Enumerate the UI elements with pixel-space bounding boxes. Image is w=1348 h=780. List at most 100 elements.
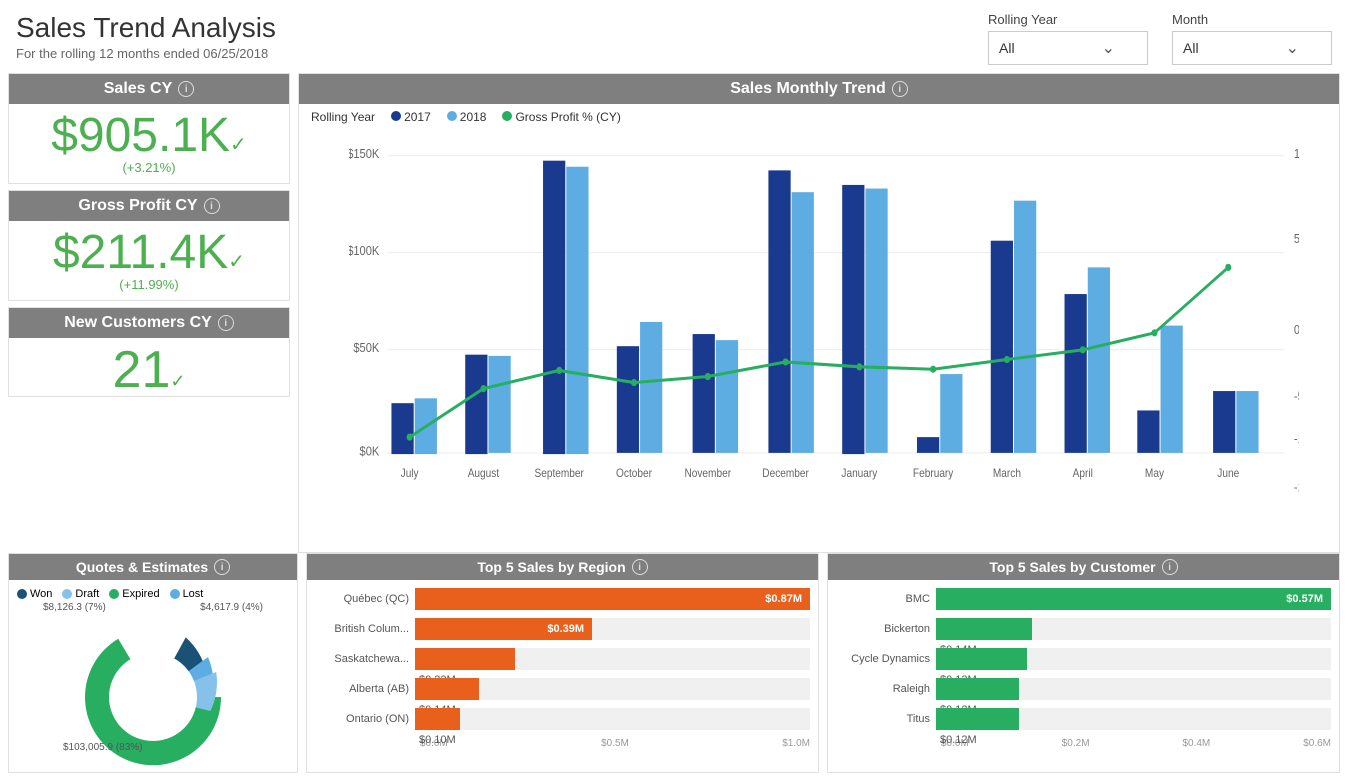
svg-text:April: April <box>1073 467 1093 480</box>
region-bar-label: Alberta (AB) <box>315 683 415 695</box>
region-bar-fill: $0.87M <box>415 588 810 610</box>
svg-text:$100K: $100K <box>349 243 380 258</box>
region-bar-label: Ontario (ON) <box>315 713 415 725</box>
monthly-trend-header: Sales Monthly Trend i <box>299 74 1339 104</box>
filter-month-value: All <box>1183 40 1199 56</box>
chevron-down-icon-2: ⌄ <box>1286 38 1299 58</box>
svg-text:November: November <box>684 467 731 480</box>
legend-won: Won <box>17 588 52 600</box>
label-expired-amount: $103,005.9 (83%) <box>63 742 143 753</box>
svg-text:March: March <box>993 467 1021 480</box>
sales-cy-card: Sales CY i $905.1K✓ (+3.21%) <box>8 73 290 184</box>
region-bar-track: $0.14M <box>415 678 810 700</box>
donut-container: $8,126.3 (7%) $4,617.9 (4%) $103,005.9 (… <box>17 604 289 780</box>
customer-bar-row: Raleigh $0.12M <box>836 678 1331 700</box>
lost-dot <box>170 589 180 599</box>
chart-legend: Rolling Year 2017 2018 Gross Profit % (C… <box>299 104 1339 130</box>
customer-bar-track: $0.12M <box>936 708 1331 730</box>
svg-text:-150%: -150% <box>1294 480 1299 495</box>
top-customers-title: Top 5 Sales by Customer <box>989 559 1155 575</box>
svg-text:December: December <box>762 467 809 480</box>
info-icon-gross[interactable]: i <box>204 198 220 214</box>
customer-bar-label: Bickerton <box>836 623 936 635</box>
svg-text:May: May <box>1145 467 1164 480</box>
customer-bar-value-outside: $0.12M <box>940 734 977 746</box>
customer-bar-track: $0.13M <box>936 648 1331 670</box>
info-icon-monthly[interactable]: i <box>892 81 908 97</box>
gross-profit-cy-header: Gross Profit CY i <box>9 191 289 221</box>
customer-bar-chart: BMC $0.57M Bickerton $0.14M Cycle Dynami… <box>836 588 1331 730</box>
chart-area: $150K $100K $50K $0K 100% 50% 0% -50% -1… <box>299 130 1339 552</box>
filter-rolling-year-value: All <box>999 40 1015 56</box>
svg-text:June: June <box>1217 467 1239 480</box>
region-bar-label: Québec (QC) <box>315 593 415 605</box>
customer-bar-fill <box>936 618 1032 640</box>
region-bar-track: $0.22M <box>415 648 810 670</box>
filter-month-select[interactable]: All ⌄ <box>1172 31 1332 65</box>
region-bar-row: Saskatchewa... $0.22M <box>315 648 810 670</box>
customer-bar-label: BMC <box>836 593 936 605</box>
filter-rolling-year: Rolling Year All ⌄ <box>988 12 1148 65</box>
svg-text:February: February <box>913 467 954 480</box>
region-bar-track: $0.87M <box>415 588 810 610</box>
top-regions-panel: Top 5 Sales by Region i Québec (QC) $0.8… <box>306 553 819 773</box>
region-bar-track: $0.39M <box>415 618 810 640</box>
monthly-chart-svg: $150K $100K $50K $0K 100% 50% 0% -50% -1… <box>349 134 1299 522</box>
new-customers-cy-header: New Customers CY i <box>9 308 289 338</box>
legend-draft: Draft <box>62 588 99 600</box>
info-icon-quotes[interactable]: i <box>214 559 230 575</box>
filter-rolling-year-select[interactable]: All ⌄ <box>988 31 1148 65</box>
info-icon-customers-chart[interactable]: i <box>1162 559 1178 575</box>
info-icon-sales[interactable]: i <box>178 81 194 97</box>
quotes-header: Quotes & Estimates i <box>9 554 297 580</box>
label-draft-amount: $4,617.9 (4%) <box>200 602 263 613</box>
customer-bar-track: $0.14M <box>936 618 1331 640</box>
customer-bar-label: Titus <box>836 713 936 725</box>
region-bar-value: $0.39M <box>543 623 588 635</box>
gross-profit-cy-value: $211.4K✓ <box>9 221 289 277</box>
sales-cy-header: Sales CY i <box>9 74 289 104</box>
info-icon-customers[interactable]: i <box>218 315 234 331</box>
region-bar-value: $0.87M <box>761 593 806 605</box>
top-customers-content: BMC $0.57M Bickerton $0.14M Cycle Dynami… <box>828 580 1339 772</box>
gross-profit-cy-change: (+11.99%) <box>9 277 289 300</box>
top-customers-panel: Top 5 Sales by Customer i BMC $0.57M Bic… <box>827 553 1340 773</box>
svg-text:January: January <box>841 467 877 480</box>
app-title: Sales Trend Analysis <box>16 12 276 44</box>
filter-rolling-year-label: Rolling Year <box>988 12 1148 27</box>
region-bar-fill <box>415 648 515 670</box>
svg-text:August: August <box>468 467 500 480</box>
expired-dot <box>109 589 119 599</box>
header: Sales Trend Analysis For the rolling 12 … <box>0 0 1348 73</box>
customer-bar-fill <box>936 678 1019 700</box>
svg-text:$0K: $0K <box>360 443 381 458</box>
region-bar-row: British Colum... $0.39M <box>315 618 810 640</box>
legend-expired: Expired <box>109 588 159 600</box>
filters: Rolling Year All ⌄ Month All ⌄ <box>988 12 1332 65</box>
quotes-title: Quotes & Estimates <box>76 559 208 575</box>
monthly-trend-title: Sales Monthly Trend <box>730 80 886 98</box>
sales-cy-label: Sales CY <box>104 80 172 98</box>
customers-trend-icon: ✓ <box>170 371 185 391</box>
filter-month-label: Month <box>1172 12 1332 27</box>
svg-text:$50K: $50K <box>353 340 380 355</box>
gross-profit-cy-label: Gross Profit CY <box>78 197 197 215</box>
region-bar-fill <box>415 708 460 730</box>
customer-bar-track: $0.12M <box>936 678 1331 700</box>
donut-legend: Won Draft Expired Lost <box>17 588 289 600</box>
quotes-content: Won Draft Expired Lost <box>9 580 297 772</box>
sales-trend-icon: ✓ <box>230 134 247 156</box>
top-regions-title: Top 5 Sales by Region <box>477 559 625 575</box>
info-icon-regions[interactable]: i <box>632 559 648 575</box>
region-bar-fill <box>415 678 479 700</box>
new-customers-cy-card: New Customers CY i 21✓ <box>8 307 290 397</box>
region-bar-value-outside: $0.10M <box>419 734 456 746</box>
sales-cy-change: (+3.21%) <box>9 160 289 183</box>
svg-text:0%: 0% <box>1294 322 1299 337</box>
top-regions-header: Top 5 Sales by Region i <box>307 554 818 580</box>
sales-cy-value: $905.1K✓ <box>9 104 289 160</box>
main-grid: Sales CY i $905.1K✓ (+3.21%) Gross Profi… <box>0 73 1348 759</box>
top-regions-content: Québec (QC) $0.87M British Colum... $0.3… <box>307 580 818 772</box>
svg-text:$150K: $150K <box>349 146 380 161</box>
gross-trend-icon: ✓ <box>228 251 245 273</box>
